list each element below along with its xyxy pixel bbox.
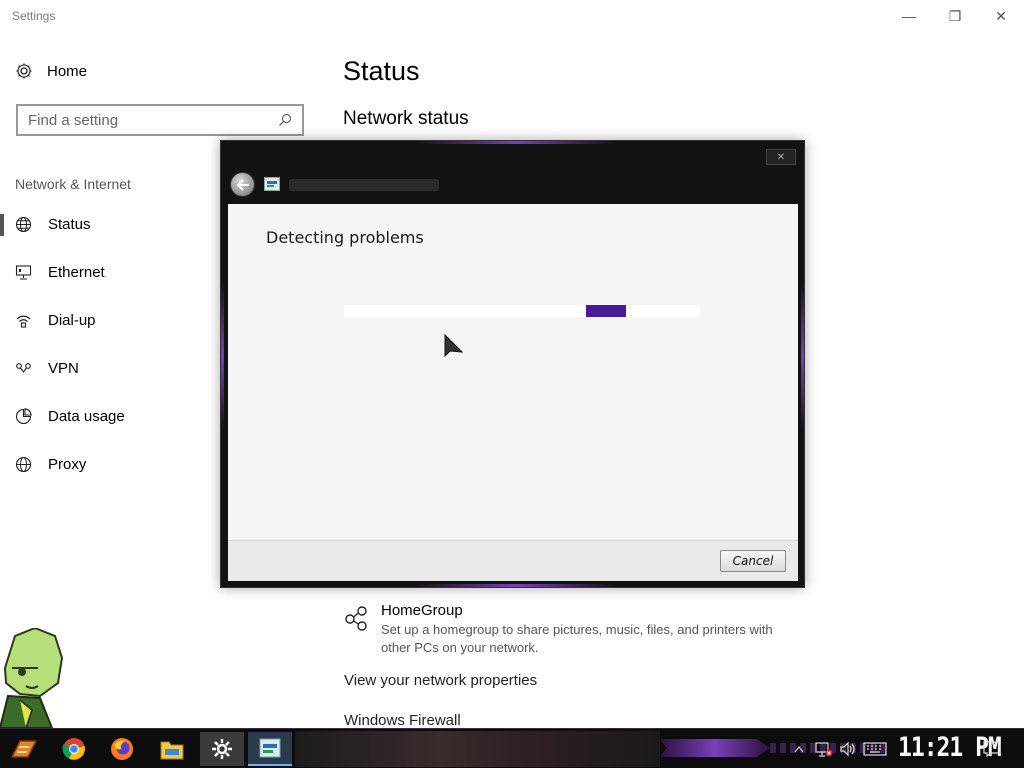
close-button[interactable]: ✕: [978, 4, 1024, 28]
accent-glow: [801, 281, 804, 431]
globe-icon: [15, 216, 32, 233]
sidebar-item-label: Status: [48, 215, 91, 233]
network-properties-link[interactable]: View your network properties: [344, 672, 537, 689]
section-heading: Network status: [343, 108, 469, 129]
ethernet-icon: [15, 264, 32, 281]
sidebar-item-label: Ethernet: [48, 263, 105, 281]
dialog-title-blurred: [289, 179, 439, 191]
start-icon: [10, 740, 38, 758]
search-box[interactable]: [16, 104, 304, 136]
cancel-button[interactable]: Cancel: [720, 550, 786, 572]
proxy-globe-icon: [15, 456, 32, 473]
back-arrow-icon: [236, 178, 249, 191]
progress-bar: [344, 305, 700, 317]
chrome-button[interactable]: [52, 732, 96, 766]
firefox-button[interactable]: [100, 732, 144, 766]
start-button[interactable]: [2, 732, 46, 766]
page-title: Status: [343, 56, 420, 86]
homegroup-icon: [345, 606, 367, 631]
settings-icon: [212, 739, 232, 759]
dialog-body: Detecting problems: [228, 204, 798, 540]
vpn-icon: [15, 360, 32, 377]
file-explorer-button[interactable]: [150, 732, 194, 766]
taskbar-wallpaper: [295, 731, 660, 767]
sidebar-item-label: Dial-up: [48, 311, 96, 329]
chevron-up-icon[interactable]: [792, 739, 806, 759]
sidebar-item-label: VPN: [48, 359, 79, 377]
home-label: Home: [47, 62, 88, 80]
troubleshooter-icon: [259, 738, 281, 758]
taskbar-accent-stripe: [660, 739, 770, 757]
window-title: Settings: [12, 9, 56, 23]
dialog-heading: Detecting problems: [266, 228, 424, 247]
dialup-icon: [15, 312, 32, 329]
keyboard-icon[interactable]: [862, 739, 888, 759]
network-disconnected-icon[interactable]: [814, 739, 834, 759]
dialog-close-button[interactable]: ✕: [766, 149, 796, 165]
troubleshooter-taskbar-button[interactable]: [248, 732, 292, 766]
gear-icon: [16, 63, 32, 79]
data-usage-icon: [15, 407, 32, 425]
taskbar: 11:21 PM: [0, 728, 1024, 768]
accent-glow: [221, 281, 224, 431]
section-label: Network & Internet: [15, 176, 131, 192]
troubleshooter-icon: [264, 177, 280, 191]
file-explorer-icon: [160, 741, 184, 760]
windows-firewall-link[interactable]: Windows Firewall: [344, 712, 461, 729]
volume-icon[interactable]: [838, 739, 858, 759]
sidebar-item-label: Data usage: [48, 407, 125, 425]
progress-indicator: [586, 305, 626, 317]
back-button[interactable]: [230, 172, 255, 197]
action-center-icon[interactable]: [982, 739, 1002, 759]
home-link[interactable]: Home: [15, 62, 87, 80]
minimize-button[interactable]: —: [886, 4, 932, 28]
character-sticker: [0, 628, 64, 728]
maximize-button[interactable]: ❐: [932, 4, 978, 28]
dialog-footer: Cancel: [228, 540, 798, 581]
homegroup-item[interactable]: HomeGroup Set up a homegroup to share pi…: [343, 602, 781, 657]
homegroup-title: HomeGroup: [381, 602, 463, 619]
settings-button[interactable]: [200, 732, 244, 766]
troubleshooter-dialog: ✕ Detecting problems Cancel: [220, 140, 805, 588]
chrome-icon: [62, 738, 85, 760]
mouse-cursor-icon: [444, 334, 464, 358]
sidebar-item-label: Proxy: [48, 455, 87, 473]
firefox-icon: [111, 738, 133, 760]
search-icon[interactable]: [278, 113, 292, 127]
search-input[interactable]: [28, 111, 278, 129]
homegroup-description: Set up a homegroup to share pictures, mu…: [381, 622, 773, 655]
